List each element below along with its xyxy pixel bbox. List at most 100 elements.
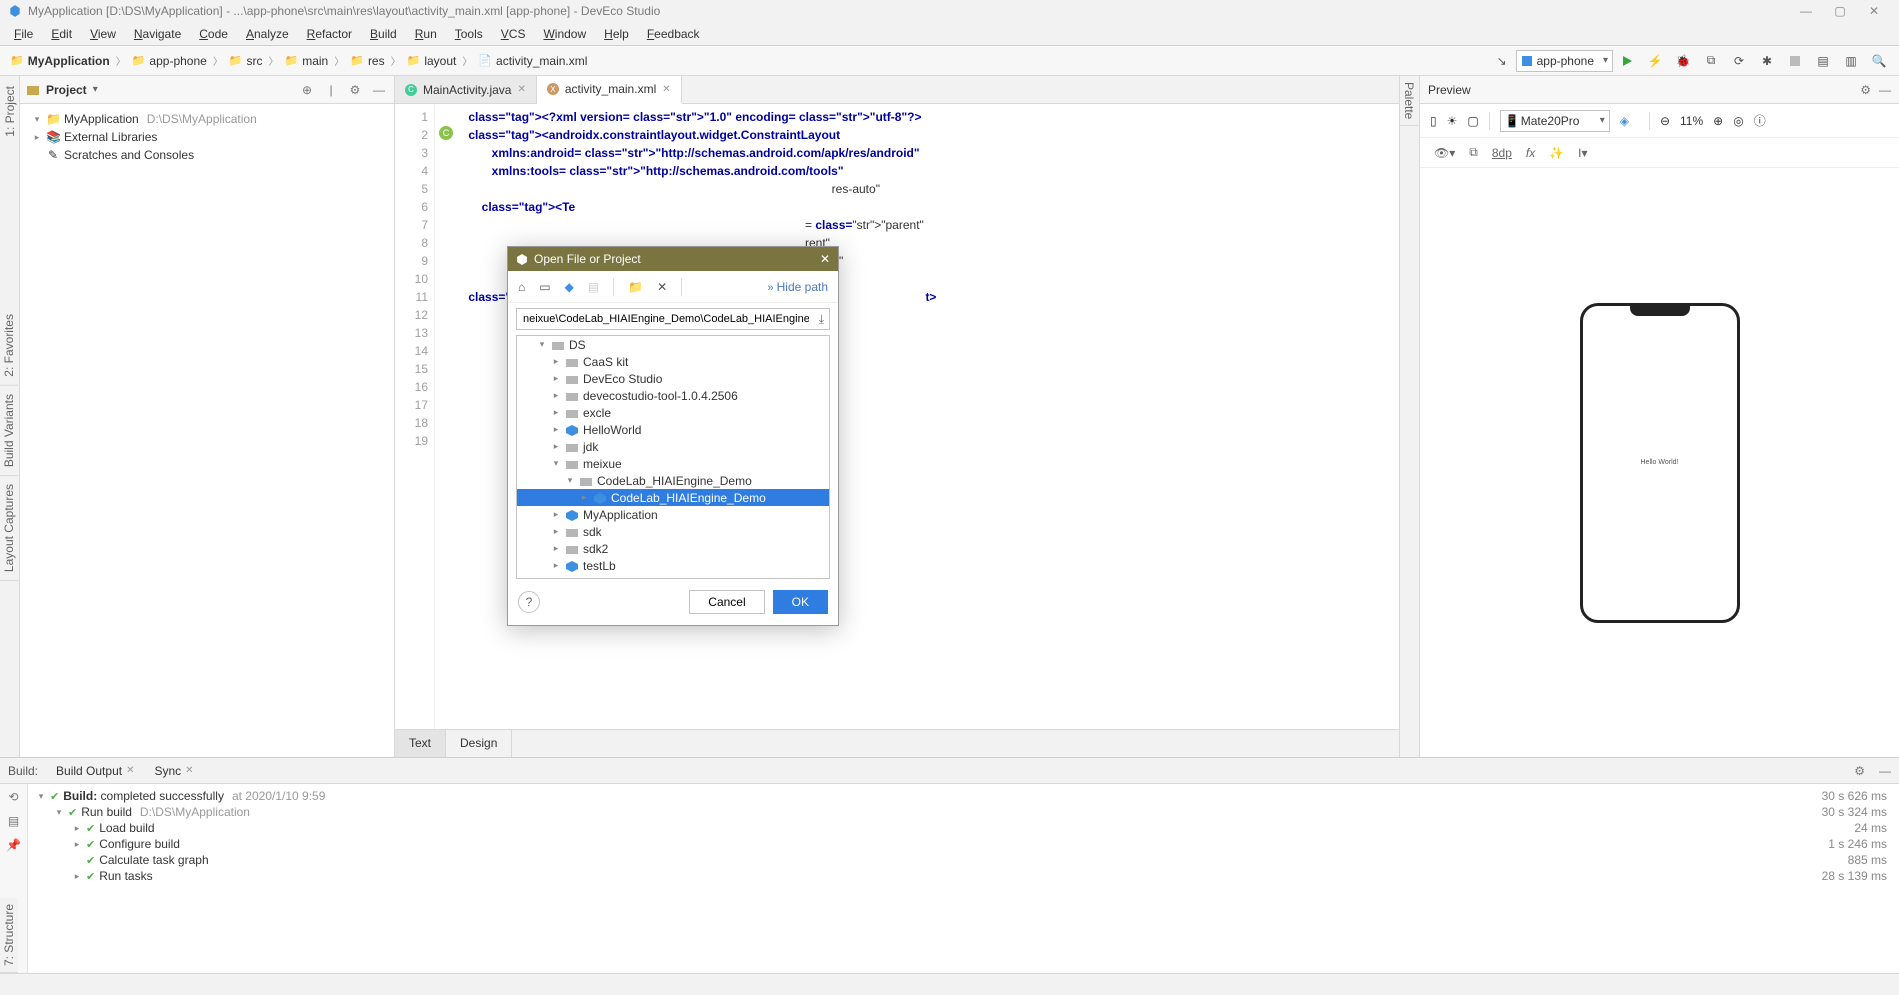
- palette-tool-tab[interactable]: Palette: [1400, 76, 1418, 126]
- pin-icon[interactable]: 📌: [6, 838, 21, 852]
- menu-build[interactable]: Build: [362, 25, 405, 43]
- breadcrumb-item[interactable]: 📁app-phone: [128, 52, 211, 70]
- cancel-button[interactable]: Cancel: [689, 590, 764, 614]
- project-tree-node[interactable]: ✎Scratches and Consoles: [24, 146, 390, 164]
- layout-captures-tool-tab[interactable]: Layout Captures: [0, 476, 18, 581]
- menu-file[interactable]: File: [6, 25, 41, 43]
- dialog-tree-node[interactable]: ▸sdk2: [517, 540, 829, 557]
- dialog-tree-node[interactable]: ▸HelloWorld: [517, 421, 829, 438]
- magnet-icon[interactable]: ⧉: [1469, 145, 1478, 160]
- delete-icon[interactable]: ✕: [657, 280, 667, 294]
- menu-tools[interactable]: Tools: [447, 25, 491, 43]
- daynight-icon[interactable]: ☀: [1447, 114, 1458, 128]
- dialog-tree-node[interactable]: ▸devecostudio-tool-1.0.4.2506: [517, 387, 829, 404]
- warnings-icon[interactable]: ⓘ: [1754, 112, 1766, 129]
- menu-navigate[interactable]: Navigate: [126, 25, 189, 43]
- project-tree-node[interactable]: ▸📚External Libraries: [24, 128, 390, 146]
- hammer-icon[interactable]: ↘: [1488, 49, 1516, 73]
- dialog-tree-node[interactable]: ▾DS: [517, 336, 829, 353]
- apply-changes-icon[interactable]: ⚡: [1641, 49, 1669, 73]
- ok-button[interactable]: OK: [773, 590, 828, 614]
- wand-icon[interactable]: ✨: [1549, 146, 1564, 160]
- dialog-tree-node[interactable]: ▾CodeLab_HIAIEngine_Demo: [517, 472, 829, 489]
- help-button[interactable]: ?: [518, 591, 540, 613]
- tab-design[interactable]: Design: [446, 730, 512, 757]
- build-tree[interactable]: 30 s 626 ms30 s 324 ms24 ms1 s 246 ms885…: [28, 784, 1899, 973]
- desktop-icon[interactable]: ▭: [539, 280, 550, 294]
- build-row[interactable]: ▸✔Run tasks: [36, 868, 1891, 884]
- dialog-tree-node[interactable]: ▸CodeLab_HIAIEngine_Demo: [517, 489, 829, 506]
- dialog-tree-node[interactable]: ▸testLb: [517, 557, 829, 574]
- coverage-button[interactable]: ✱: [1753, 49, 1781, 73]
- dialog-tree-node[interactable]: ▸MyApplication: [517, 506, 829, 523]
- home-icon[interactable]: ⌂: [518, 280, 525, 294]
- build-row[interactable]: ✔Calculate task graph: [36, 852, 1891, 868]
- avd-manager-button[interactable]: ▤: [1809, 49, 1837, 73]
- eye-icon[interactable]: 👁▾: [1434, 146, 1455, 160]
- build-row[interactable]: ▸✔Load build: [36, 820, 1891, 836]
- tab-build-output[interactable]: Build Output✕: [48, 761, 142, 781]
- dialog-tree-node[interactable]: ▸jdk: [517, 438, 829, 455]
- gear-icon[interactable]: ⚙: [346, 83, 364, 97]
- close-window-button[interactable]: ✕: [1857, 4, 1891, 18]
- breadcrumb-item[interactable]: 📁src: [225, 52, 267, 70]
- filter-icon[interactable]: ▤: [8, 814, 19, 828]
- editor-tab[interactable]: CMainActivity.java✕: [395, 76, 537, 103]
- run-target-combo[interactable]: app-phone: [1516, 50, 1613, 72]
- profiler-button[interactable]: ⧉: [1697, 49, 1725, 73]
- orientation-icon[interactable]: ▯: [1430, 114, 1437, 128]
- module-path-icon[interactable]: ▤: [588, 280, 599, 294]
- dialog-titlebar[interactable]: Open File or Project ✕: [508, 247, 838, 271]
- path-dropdown-icon[interactable]: ⤓: [819, 312, 824, 327]
- menu-analyze[interactable]: Analyze: [238, 25, 297, 43]
- new-folder-icon[interactable]: 📁: [628, 280, 643, 294]
- dialog-tree-node[interactable]: ▾meixue: [517, 455, 829, 472]
- path-input[interactable]: [516, 308, 830, 330]
- gear-icon[interactable]: ⚙: [1854, 764, 1865, 778]
- sdk-manager-button[interactable]: ▥: [1837, 49, 1865, 73]
- build-row[interactable]: ▸✔Configure build: [36, 836, 1891, 852]
- collapse-icon[interactable]: —: [1879, 83, 1891, 97]
- device-frame-icon[interactable]: ▢: [1467, 114, 1478, 128]
- tab-text[interactable]: Text: [395, 730, 446, 757]
- dialog-tree-node[interactable]: ▸DevEco Studio: [517, 370, 829, 387]
- target-icon[interactable]: ⊕: [298, 83, 316, 97]
- zoom-fit-button[interactable]: ◎: [1733, 114, 1743, 128]
- hide-path-link[interactable]: » Hide path: [767, 280, 828, 294]
- gear-icon[interactable]: ⚙: [1860, 83, 1871, 97]
- menu-vcs[interactable]: VCS: [493, 25, 534, 43]
- search-icon[interactable]: 🔍: [1865, 49, 1893, 73]
- dialog-tree-node[interactable]: ▸CaaS kit: [517, 353, 829, 370]
- project-root-icon[interactable]: ◆: [565, 280, 574, 294]
- menu-code[interactable]: Code: [191, 25, 236, 43]
- editor-tab[interactable]: Xactivity_main.xml✕: [537, 76, 682, 104]
- project-tree-node[interactable]: ▾📁MyApplicationD:\DS\MyApplication: [24, 110, 390, 128]
- debug-button[interactable]: 🐞: [1669, 49, 1697, 73]
- stop-button[interactable]: [1781, 49, 1809, 73]
- project-tool-tab[interactable]: 1: Project: [1, 80, 19, 143]
- run-button[interactable]: [1613, 49, 1641, 73]
- breadcrumb-item[interactable]: 📄activity_main.xml: [474, 52, 591, 70]
- menu-view[interactable]: View: [82, 25, 124, 43]
- build-row[interactable]: ▾✔Run buildD:\DS\MyApplication: [36, 804, 1891, 820]
- dialog-tree-node[interactable]: ▸sdk: [517, 523, 829, 540]
- maximize-button[interactable]: ▢: [1823, 4, 1857, 18]
- favorites-tool-tab[interactable]: 2: Favorites: [0, 306, 18, 386]
- dialog-file-tree[interactable]: ▾DS▸CaaS kit▸DevEco Studio▸devecostudio-…: [516, 335, 830, 579]
- breadcrumb-item[interactable]: 📁main: [281, 52, 333, 70]
- fx-icon[interactable]: fx: [1526, 146, 1535, 160]
- menu-refactor[interactable]: Refactor: [299, 25, 360, 43]
- attach-debugger-button[interactable]: ⟳: [1725, 49, 1753, 73]
- menu-feedback[interactable]: Feedback: [639, 25, 708, 43]
- breadcrumb-item[interactable]: 📁MyApplication: [6, 52, 114, 70]
- build-row[interactable]: ▾✔Build: completed successfullyat 2020/1…: [36, 788, 1891, 804]
- structure-tool-tab[interactable]: 7: Structure: [0, 898, 18, 973]
- collapse-icon[interactable]: —: [370, 83, 388, 97]
- project-tree[interactable]: ▾📁MyApplicationD:\DS\MyApplication▸📚Exte…: [20, 104, 394, 170]
- menu-help[interactable]: Help: [596, 25, 637, 43]
- dp-label[interactable]: 8dp: [1492, 146, 1512, 160]
- zoom-in-button[interactable]: ⊕: [1713, 114, 1723, 128]
- menu-edit[interactable]: Edit: [43, 25, 80, 43]
- text-tool-icon[interactable]: I▾: [1578, 146, 1587, 160]
- collapse-icon[interactable]: —: [1879, 764, 1891, 778]
